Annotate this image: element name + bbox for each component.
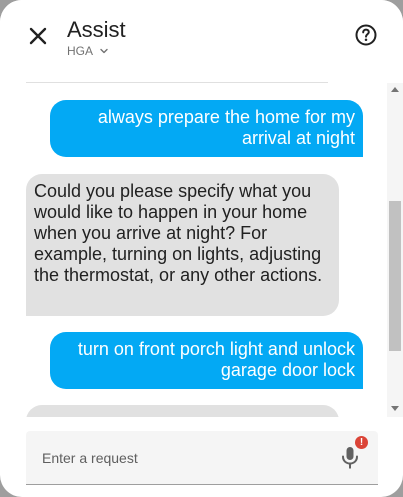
close-button[interactable] bbox=[24, 22, 52, 50]
assistant-message bbox=[26, 405, 339, 417]
scrollbar-thumb[interactable] bbox=[389, 201, 401, 351]
microphone-button[interactable] bbox=[338, 445, 362, 471]
conversation-scrollbar[interactable] bbox=[387, 83, 403, 417]
assist-dialog: Assist HGA always prepare the home for m… bbox=[0, 0, 403, 497]
request-field: ! bbox=[26, 431, 378, 485]
microphone-warning-badge: ! bbox=[355, 436, 368, 449]
assistant-message: Could you please specify what you would … bbox=[26, 174, 339, 316]
user-message: always prepare the home for my arrival a… bbox=[50, 100, 363, 157]
pipeline-selector[interactable]: HGA bbox=[67, 43, 109, 59]
user-message: turn on front porch light and unlock gar… bbox=[50, 332, 363, 389]
conversation-list[interactable]: always prepare the home for my arrival a… bbox=[0, 83, 387, 417]
scroll-up-arrow[interactable] bbox=[391, 87, 399, 92]
dialog-title: Assist bbox=[67, 17, 126, 42]
dialog-header: Assist HGA bbox=[0, 0, 403, 82]
chevron-down-icon bbox=[100, 48, 108, 54]
microphone-icon bbox=[342, 447, 358, 469]
request-input[interactable] bbox=[42, 447, 332, 469]
pipeline-name: HGA bbox=[67, 44, 94, 58]
help-button[interactable] bbox=[353, 22, 379, 48]
close-icon bbox=[29, 27, 47, 45]
help-circle-icon bbox=[355, 24, 377, 46]
scroll-down-arrow[interactable] bbox=[391, 406, 399, 411]
